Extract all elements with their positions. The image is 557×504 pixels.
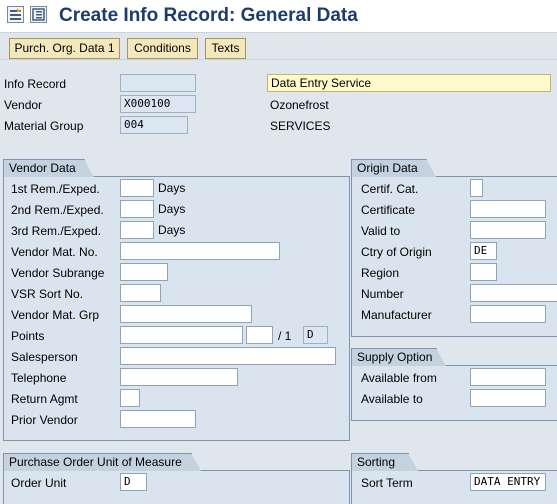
rem1-field[interactable] (120, 179, 154, 197)
material-group-desc: SERVICES (270, 119, 331, 133)
available-from-label: Available from (361, 371, 437, 385)
material-group-label: Material Group (4, 119, 84, 133)
vendor-subrange-field[interactable] (120, 263, 168, 281)
number-label: Number (361, 287, 404, 301)
short-text-field[interactable]: Data Entry Service (267, 74, 551, 92)
purch-org-data-button[interactable]: Purch. Org. Data 1 (9, 38, 120, 59)
points-unit-field[interactable] (246, 326, 273, 344)
available-to-field[interactable] (470, 389, 546, 407)
points-label: Points (11, 329, 45, 343)
page-title: Create Info Record: General Data (59, 5, 358, 26)
layout-icon[interactable] (30, 6, 47, 23)
certificate-label: Certificate (361, 203, 416, 217)
region-field[interactable] (470, 263, 497, 281)
rem2-label: 2nd Rem./Exped. (11, 203, 104, 217)
vendor-mat-grp-label: Vendor Mat. Grp (11, 308, 100, 322)
sorting-title: Sorting (351, 453, 418, 471)
rem3-field[interactable] (120, 221, 154, 239)
prior-vendor-field[interactable] (120, 410, 196, 428)
info-record-label: Info Record (4, 77, 67, 91)
points-separator: / 1 (278, 329, 292, 343)
vendor-label: Vendor (4, 98, 43, 112)
ctry-of-origin-field[interactable]: DE (470, 242, 497, 260)
info-record-field[interactable] (120, 74, 196, 92)
vendor-mat-no-label: Vendor Mat. No. (11, 245, 98, 259)
order-unit-field[interactable]: D (120, 473, 147, 491)
conditions-button[interactable]: Conditions (127, 38, 198, 59)
manufacturer-field[interactable] (470, 305, 546, 323)
menu-icon[interactable] (7, 6, 24, 23)
available-to-label: Available to (361, 392, 423, 406)
salesperson-label: Salesperson (11, 350, 78, 364)
available-from-field[interactable] (470, 368, 546, 386)
po-unit-title: Purchase Order Unit of Measure (3, 453, 201, 471)
certif-cat-field[interactable] (470, 179, 483, 197)
prior-vendor-label: Prior Vendor (11, 413, 78, 427)
certificate-field[interactable] (470, 200, 546, 218)
return-agmt-field[interactable] (120, 389, 140, 407)
vsr-sort-no-label: VSR Sort No. (11, 287, 84, 301)
rem3-label: 3rd Rem./Exped. (11, 224, 102, 238)
vendor-subrange-label: Vendor Subrange (11, 266, 105, 280)
number-field[interactable] (470, 284, 557, 302)
valid-to-label: Valid to (361, 224, 401, 238)
vendor-field[interactable]: X000100 (120, 95, 196, 113)
order-unit-label: Order Unit (11, 476, 67, 490)
salesperson-field[interactable] (120, 347, 336, 365)
vendor-mat-grp-field[interactable] (120, 305, 252, 323)
rem1-label: 1st Rem./Exped. (11, 182, 100, 196)
vsr-sort-no-field[interactable] (120, 284, 161, 302)
origin-data-title: Origin Data (351, 159, 436, 177)
valid-to-field[interactable] (470, 221, 546, 239)
telephone-label: Telephone (11, 371, 67, 385)
region-label: Region (361, 266, 400, 280)
texts-button[interactable]: Texts (205, 38, 246, 59)
ctry-of-origin-label: Ctry of Origin (361, 245, 432, 259)
vendor-data-title: Vendor Data (3, 159, 94, 177)
manufacturer-label: Manufacturer (361, 308, 432, 322)
vendor-mat-no-field[interactable] (120, 242, 280, 260)
return-agmt-label: Return Agmt (11, 392, 78, 406)
rem2-days: Days (158, 202, 186, 216)
points-field[interactable] (120, 326, 243, 344)
supply-option-title: Supply Option (351, 348, 446, 366)
vendor-name: Ozonefrost (270, 98, 329, 112)
sort-term-label: Sort Term (361, 476, 413, 490)
certif-cat-label: Certif. Cat. (361, 182, 419, 196)
sort-term-field[interactable]: DATA ENTRY (470, 473, 546, 491)
material-group-field[interactable]: 004 (120, 116, 188, 134)
rem3-days: Days (158, 223, 186, 237)
telephone-field[interactable] (120, 368, 238, 386)
rem1-days: Days (158, 181, 186, 195)
rem2-field[interactable] (120, 200, 154, 218)
points-per-unit-field[interactable]: D (303, 326, 328, 344)
